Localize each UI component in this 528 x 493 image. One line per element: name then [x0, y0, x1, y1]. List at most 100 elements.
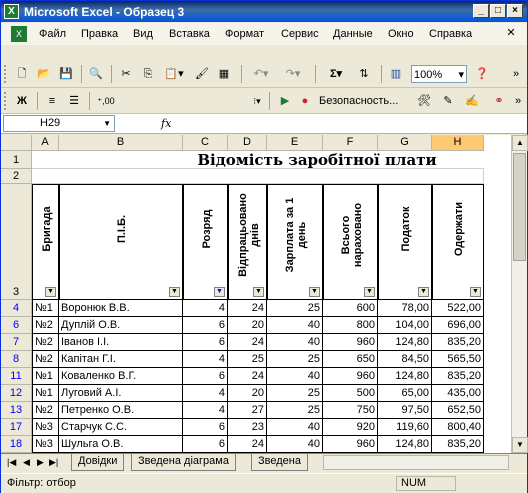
row-header[interactable]: 6	[1, 317, 32, 334]
sort-icon[interactable]: ⇅	[353, 65, 375, 83]
menu-file[interactable]: Файл	[39, 28, 66, 40]
name-box-dropdown-icon[interactable]: ▼	[103, 116, 111, 131]
column-header-H[interactable]: H	[432, 135, 484, 151]
data-cell[interactable]: Петренко О.В.	[59, 402, 183, 419]
data-cell[interactable]: Шульга О.В.	[59, 436, 183, 453]
data-cell[interactable]: №3	[32, 419, 59, 436]
data-cell[interactable]: 23	[228, 419, 267, 436]
data-cell[interactable]: 652,50	[432, 402, 484, 419]
data-cell[interactable]: 119,60	[378, 419, 432, 436]
toolbar-options-3-icon[interactable]: »	[513, 92, 523, 110]
data-cell[interactable]: 24	[228, 368, 267, 385]
data-cell[interactable]: 24	[228, 300, 267, 317]
row-header[interactable]: 3	[1, 184, 32, 300]
data-cell[interactable]: 4	[183, 300, 228, 317]
data-cell[interactable]: №1	[32, 385, 59, 402]
close-button[interactable]: ×	[507, 4, 523, 18]
data-cell[interactable]: Капітан Г.І.	[59, 351, 183, 368]
data-cell[interactable]: 25	[267, 351, 323, 368]
data-cell[interactable]: 40	[267, 368, 323, 385]
column-header-B[interactable]: B	[59, 135, 183, 151]
data-cell[interactable]: Дуплій О.В.	[59, 317, 183, 334]
first-sheet-icon[interactable]: |◀	[7, 457, 16, 468]
column-header-A[interactable]: A	[32, 135, 59, 151]
data-cell[interactable]: 600	[323, 300, 378, 317]
chart-wizard-icon[interactable]: ▥	[387, 65, 405, 83]
format-painter-icon[interactable]: 🖌	[193, 65, 211, 83]
data-cell[interactable]: 835,20	[432, 436, 484, 453]
data-cell[interactable]: 24	[228, 334, 267, 351]
data-cell[interactable]: №2	[32, 334, 59, 351]
next-sheet-icon[interactable]: ▶	[37, 457, 44, 468]
autofilter-dropdown-icon[interactable]: ▼	[309, 287, 320, 297]
data-cell[interactable]: 750	[323, 402, 378, 419]
row-header[interactable]: 4	[1, 300, 32, 317]
maximize-button[interactable]: □	[490, 4, 506, 18]
data-cell[interactable]: 65,00	[378, 385, 432, 402]
control-toolbox-icon[interactable]: 🛠	[415, 92, 433, 110]
row-header[interactable]: 8	[1, 351, 32, 368]
data-cell[interactable]: 565,50	[432, 351, 484, 368]
toolbar-options-2-icon[interactable]: ⁝▾	[251, 92, 263, 110]
bold-button[interactable]: Ж	[13, 92, 31, 110]
toolbar-grip-2[interactable]	[4, 92, 8, 110]
data-cell[interactable]: Іванов І.І.	[59, 334, 183, 351]
data-cell[interactable]: 4	[183, 402, 228, 419]
row-header[interactable]: 1	[1, 151, 32, 169]
column-header-C[interactable]: C	[183, 135, 228, 151]
header-cell[interactable]: Бригада ▼	[32, 184, 59, 300]
data-cell[interactable]: 84,50	[378, 351, 432, 368]
autofilter-dropdown-icon[interactable]: ▼	[214, 287, 225, 297]
select-all-corner[interactable]	[1, 135, 32, 151]
header-cell[interactable]: Податок ▼	[378, 184, 432, 300]
increase-decimal-icon[interactable]: ⁺,00	[95, 92, 117, 110]
workbook-icon[interactable]: X	[11, 26, 27, 42]
row-header[interactable]: 18	[1, 436, 32, 453]
spreadsheet-grid[interactable]: A B C D E F G H 1 2 3 4 6 7 8 11 12 13 17 18 Відомість зароб…	[1, 135, 511, 453]
data-cell[interactable]: 124,80	[378, 368, 432, 385]
fx-icon[interactable]: fx	[161, 117, 171, 130]
autofilter-dropdown-icon[interactable]: ▼	[470, 287, 481, 297]
cut-icon[interactable]: ✂	[117, 65, 135, 83]
autofilter-dropdown-icon[interactable]: ▼	[364, 287, 375, 297]
data-cell[interactable]: 27	[228, 402, 267, 419]
scroll-thumb[interactable]	[513, 153, 526, 261]
menu-insert[interactable]: Вставка	[169, 28, 210, 40]
data-cell[interactable]: 25	[267, 402, 323, 419]
data-cell[interactable]: 97,50	[378, 402, 432, 419]
data-cell[interactable]: 696,00	[432, 317, 484, 334]
tab-pivot-chart[interactable]: Зведена діаграма	[131, 454, 236, 471]
menu-help[interactable]: Справка	[429, 28, 472, 40]
data-cell[interactable]: 650	[323, 351, 378, 368]
grid-icon[interactable]: ▦	[215, 65, 233, 83]
undo-icon[interactable]: ↶▾	[247, 65, 275, 83]
data-cell[interactable]: 835,20	[432, 334, 484, 351]
column-header-E[interactable]: E	[267, 135, 323, 151]
data-cell[interactable]: №3	[32, 436, 59, 453]
column-header-D[interactable]: D	[228, 135, 267, 151]
vertical-scrollbar[interactable]: ▲ ▼	[511, 135, 528, 453]
empty-row[interactable]	[32, 169, 484, 184]
data-cell[interactable]: 20	[228, 385, 267, 402]
header-cell[interactable]: Всього нараховано ▼	[323, 184, 378, 300]
data-cell[interactable]: 24	[228, 436, 267, 453]
research-icon[interactable]: ⚭	[489, 92, 509, 110]
data-cell[interactable]: 6	[183, 317, 228, 334]
name-box[interactable]: H29 ▼	[3, 115, 115, 132]
menu-format[interactable]: Формат	[225, 28, 264, 40]
row-header[interactable]: 2	[1, 169, 32, 184]
autofilter-dropdown-icon[interactable]: ▼	[253, 287, 264, 297]
data-cell[interactable]: 800	[323, 317, 378, 334]
menu-window[interactable]: Окно	[388, 28, 414, 40]
toolbar-grip[interactable]	[4, 65, 8, 83]
security-button[interactable]: Безопасность...	[319, 92, 407, 110]
column-header-F[interactable]: F	[323, 135, 378, 151]
data-cell[interactable]: №2	[32, 317, 59, 334]
tab-pivot[interactable]: Зведена	[251, 454, 308, 471]
autofilter-dropdown-icon[interactable]: ▼	[45, 287, 56, 297]
autofilter-dropdown-icon[interactable]: ▼	[418, 287, 429, 297]
close-workbook-icon[interactable]: ✕	[503, 25, 519, 41]
open-icon[interactable]: 📂	[35, 65, 53, 83]
data-cell[interactable]: 40	[267, 436, 323, 453]
column-header-G[interactable]: G	[378, 135, 432, 151]
